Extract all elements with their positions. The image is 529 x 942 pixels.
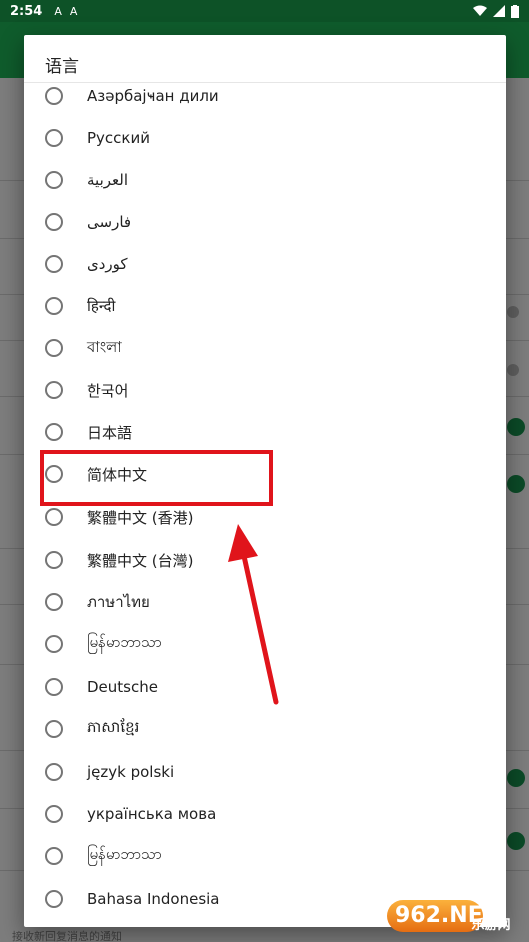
arrow-annotation xyxy=(228,524,279,705)
watermark-logo: 962.NET 乐游网 xyxy=(387,896,525,936)
watermark-sub: 乐游网 xyxy=(471,918,511,933)
